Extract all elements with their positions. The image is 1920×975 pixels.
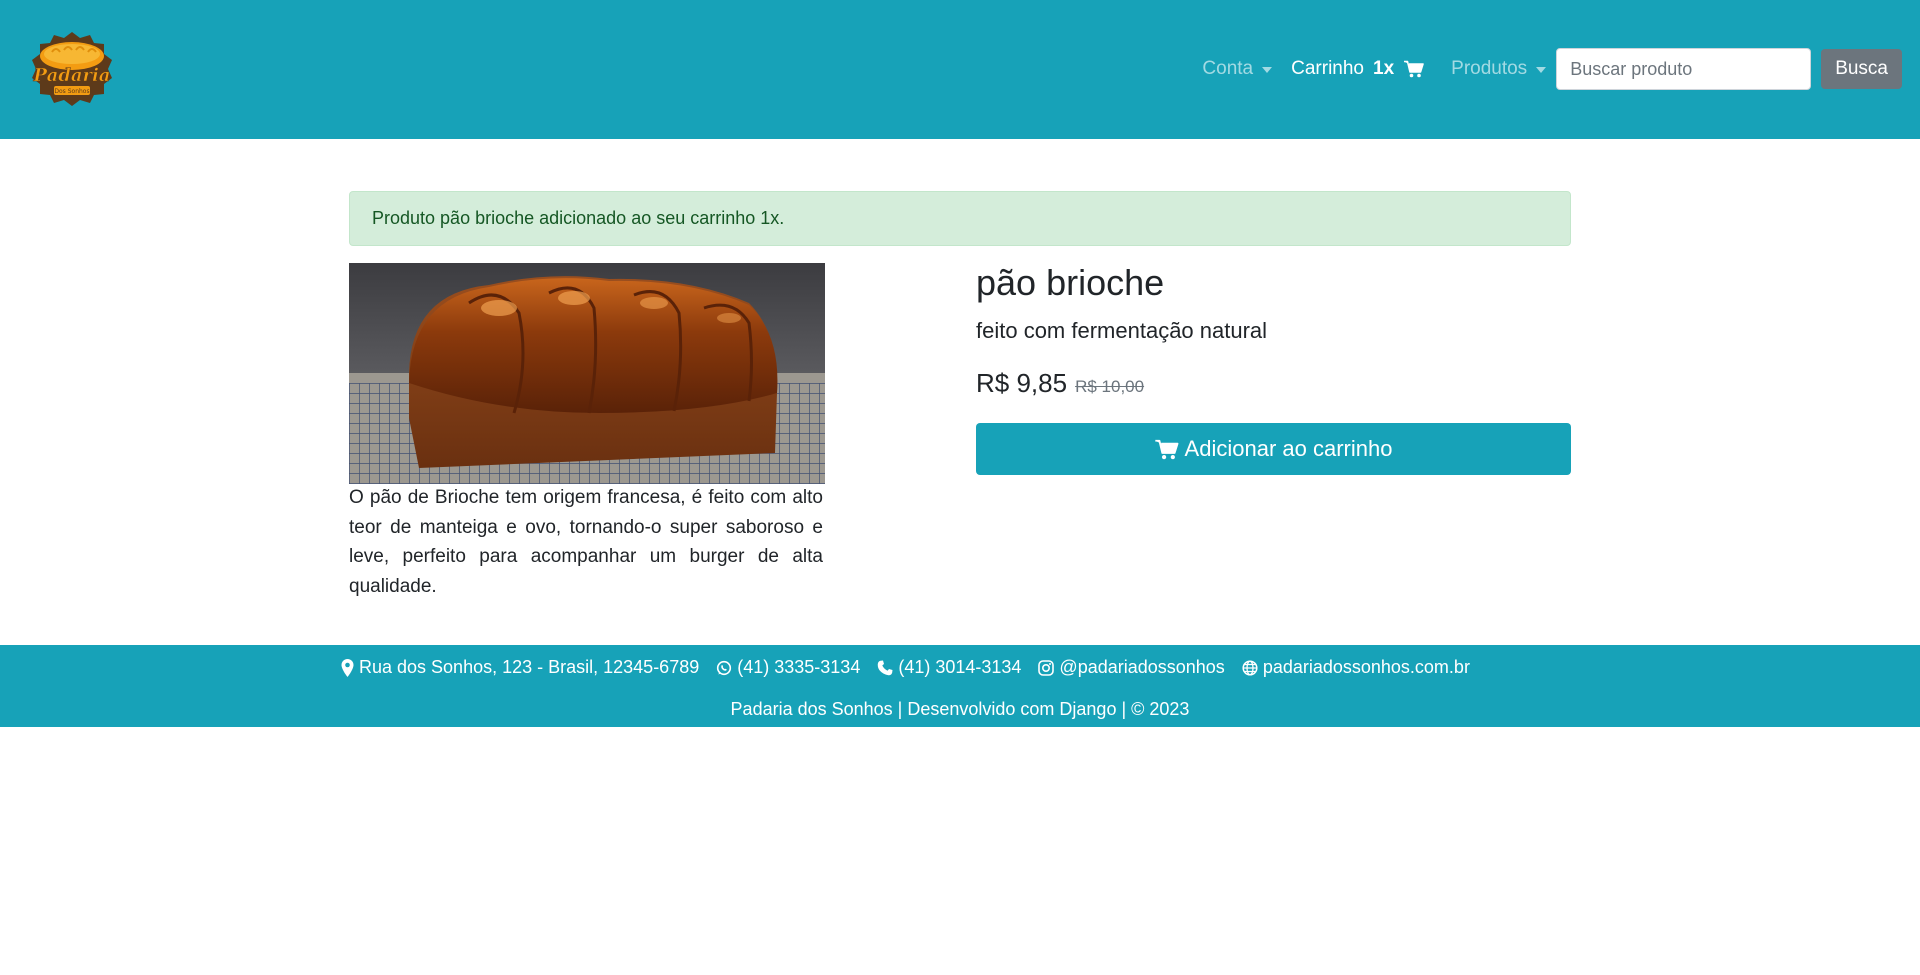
footer-address: Rua dos Sonhos, 123 - Brasil, 12345-6789 [341,657,699,678]
cart-label: Carrinho [1291,58,1364,79]
brand-logo[interactable]: Padaria Dos Sonhos [30,30,114,108]
success-alert: Produto pão brioche adicionado ao seu ca… [349,191,1571,246]
whatsapp-icon [717,660,732,675]
cart-icon [1404,60,1424,78]
price-row: R$ 9,85 R$ 10,00 [976,368,1144,399]
add-to-cart-label: Adicionar ao carrinho [1184,436,1393,461]
map-pin-icon [341,658,354,677]
search-button[interactable]: Busca [1821,49,1902,89]
navbar: Padaria Dos Sonhos Conta Carrinho 1x Pro… [0,0,1920,139]
footer-phone[interactable]: (41) 3014-3134 [877,657,1021,678]
chevron-down-icon [1536,67,1547,73]
chevron-down-icon [1262,67,1273,73]
conta-dropdown[interactable]: Conta [1202,58,1273,80]
footer-website[interactable]: padariadossonhos.com.br [1242,657,1470,678]
instagram-icon [1038,659,1055,676]
cart-link[interactable]: Carrinho 1x [1291,58,1424,80]
footer-whatsapp[interactable]: (41) 3335-3134 [716,657,860,678]
cart-icon [1154,439,1178,459]
product-old-price: R$ 10,00 [1075,377,1145,396]
product-subtitle: feito com fermentação natural [976,318,1268,343]
alert-message: Produto pão brioche adicionado ao seu ca… [372,208,785,228]
bread-logo-icon: Padaria Dos Sonhos [32,32,112,106]
produtos-label: Produtos [1451,58,1528,79]
product-price: R$ 9,85 [976,368,1068,398]
product-description: O pão de Brioche tem origem francesa, é … [349,487,823,597]
product-image [349,263,825,484]
product-title: pão brioche [976,262,1165,303]
produtos-dropdown[interactable]: Produtos [1451,58,1547,80]
svg-text:Dos Sonhos: Dos Sonhos [54,88,89,95]
footer-instagram[interactable]: @padariadossonhos [1038,657,1225,678]
footer-credit: Padaria dos Sonhos | Desenvolvido com Dj… [730,699,1190,719]
footer: Rua dos Sonhos, 123 - Brasil, 12345-6789… [0,645,1920,727]
globe-icon [1242,659,1258,676]
cart-qty-badge: 1x [1373,58,1395,79]
navbar-menu: Conta Carrinho 1x Produtos Busca [1202,48,1902,90]
phone-icon [878,660,893,675]
add-to-cart-button[interactable]: Adicionar ao carrinho [976,423,1571,475]
conta-label: Conta [1202,58,1254,79]
svg-text:Padaria: Padaria [33,65,111,86]
search-input[interactable] [1556,48,1812,90]
footer-contact-info: Rua dos Sonhos, 123 - Brasil, 12345-6789… [341,657,1487,678]
